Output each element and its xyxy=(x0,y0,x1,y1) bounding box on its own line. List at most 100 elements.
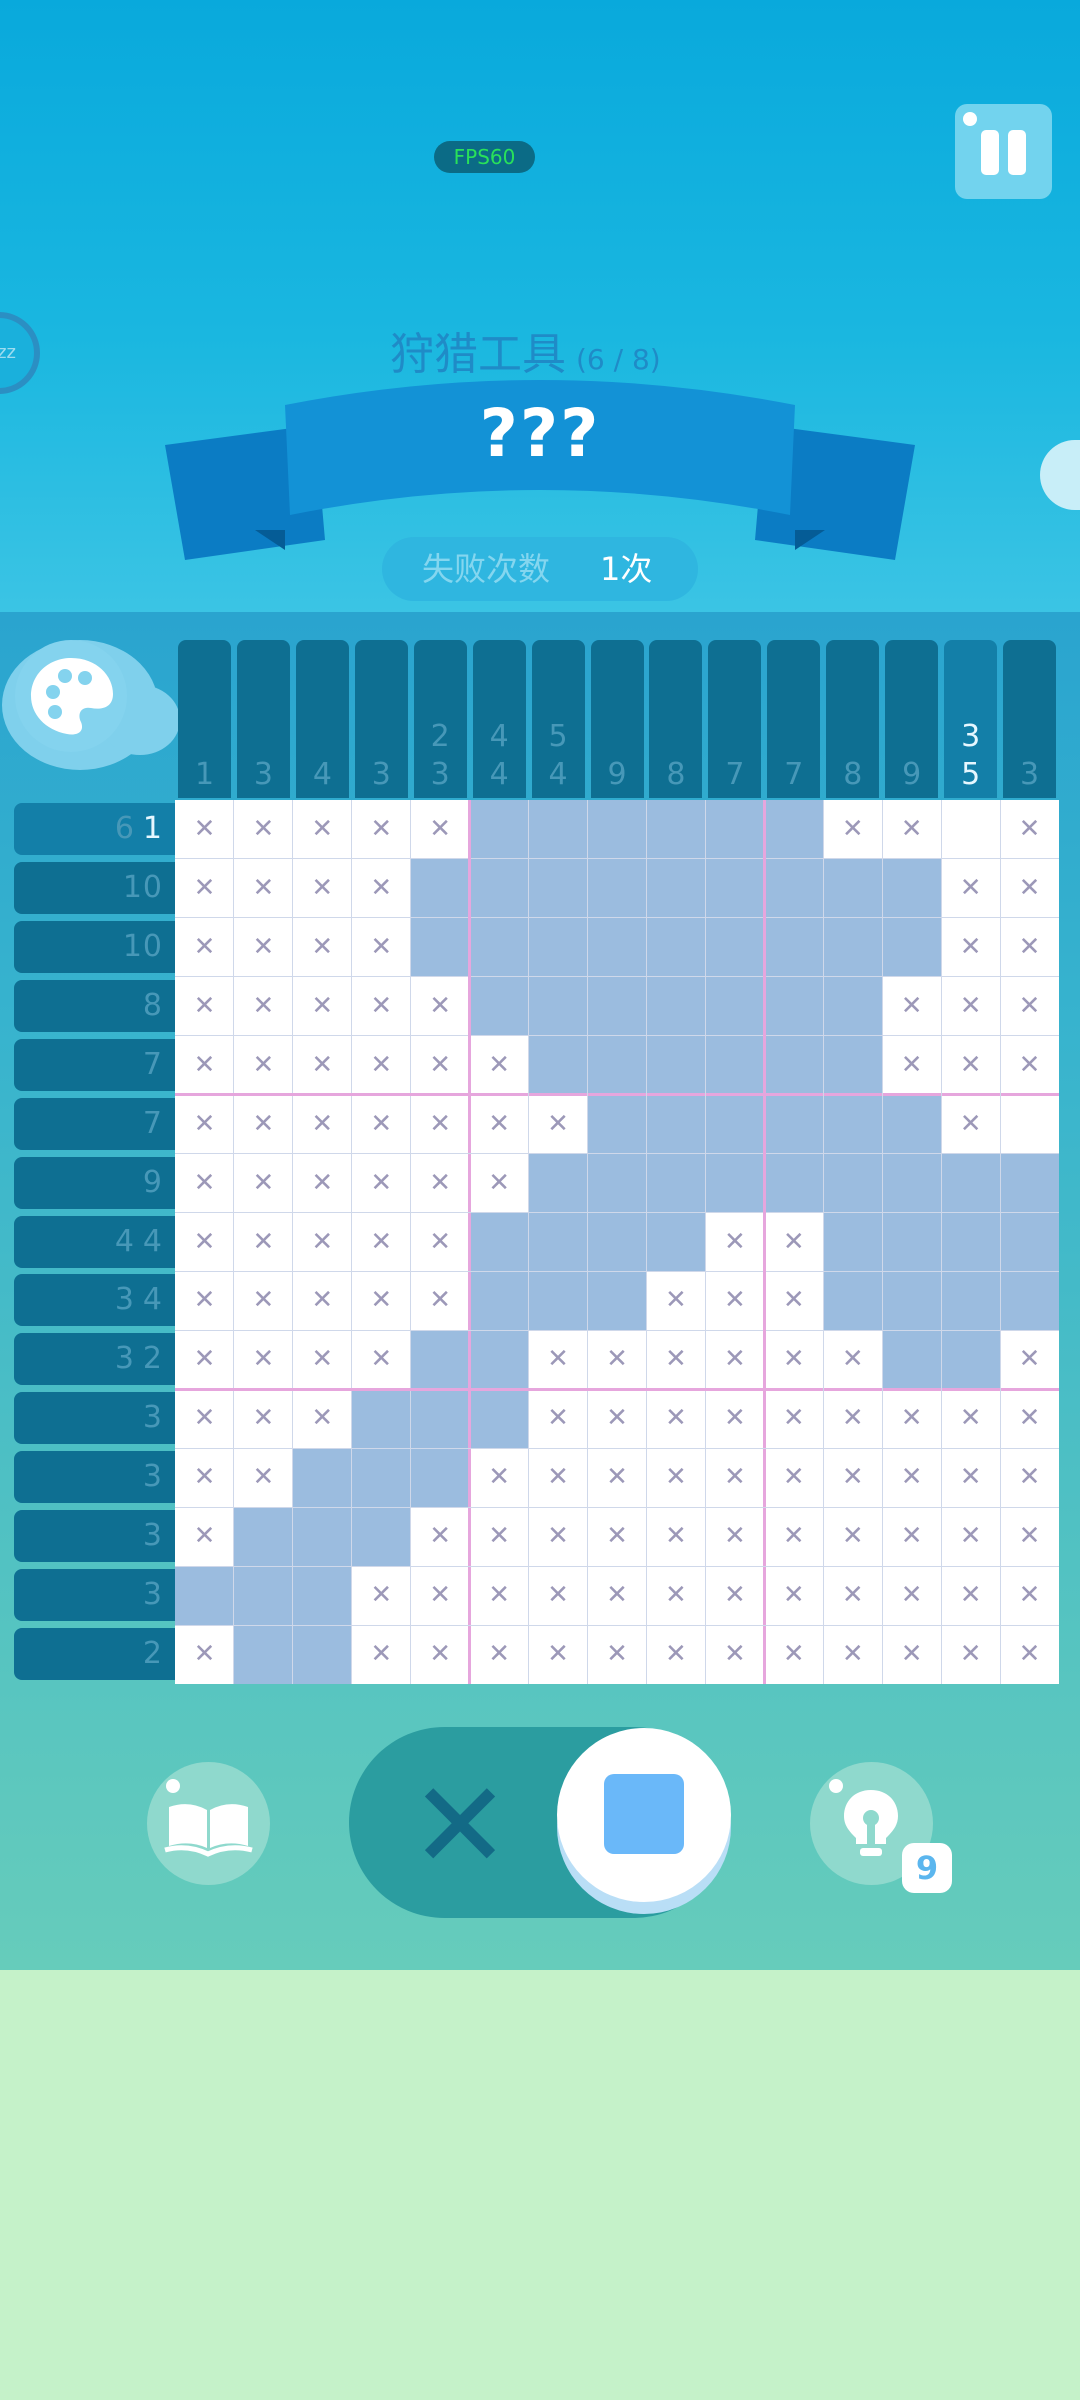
filled-cell[interactable] xyxy=(941,1153,1001,1213)
filled-cell[interactable] xyxy=(764,858,824,918)
crossed-cell[interactable] xyxy=(823,1566,882,1625)
crossed-cell[interactable] xyxy=(411,1095,470,1154)
crossed-cell[interactable] xyxy=(234,800,293,859)
crossed-cell[interactable] xyxy=(352,1095,411,1154)
crossed-cell[interactable] xyxy=(588,1448,647,1507)
filled-cell[interactable] xyxy=(882,917,942,977)
crossed-cell[interactable] xyxy=(293,977,352,1036)
crossed-cell[interactable] xyxy=(646,1566,705,1625)
crossed-cell[interactable] xyxy=(882,1625,941,1684)
crossed-cell[interactable] xyxy=(234,1389,293,1448)
filled-cell[interactable] xyxy=(528,1153,588,1213)
filled-cell[interactable] xyxy=(705,858,765,918)
crossed-cell[interactable] xyxy=(175,1448,234,1507)
filled-cell[interactable] xyxy=(469,976,529,1036)
crossed-cell[interactable] xyxy=(705,1625,764,1684)
filled-cell[interactable] xyxy=(469,1330,529,1390)
crossed-cell[interactable] xyxy=(764,1389,823,1448)
filled-cell[interactable] xyxy=(410,858,470,918)
crossed-cell[interactable] xyxy=(646,1330,705,1389)
filled-cell[interactable] xyxy=(587,1212,647,1272)
filled-cell[interactable] xyxy=(587,1271,647,1331)
crossed-cell[interactable] xyxy=(293,859,352,918)
filled-cell[interactable] xyxy=(587,976,647,1036)
crossed-cell[interactable] xyxy=(529,1448,588,1507)
filled-cell[interactable] xyxy=(823,976,883,1036)
filled-cell[interactable] xyxy=(705,976,765,1036)
crossed-cell[interactable] xyxy=(470,1507,529,1566)
crossed-cell[interactable] xyxy=(705,1271,764,1330)
filled-cell[interactable] xyxy=(469,1389,529,1449)
crossed-cell[interactable] xyxy=(823,1507,882,1566)
filled-cell[interactable] xyxy=(175,1566,234,1626)
filled-cell[interactable] xyxy=(941,1212,1001,1272)
crossed-cell[interactable] xyxy=(646,1507,705,1566)
crossed-cell[interactable] xyxy=(941,1625,1000,1684)
filled-cell[interactable] xyxy=(823,1035,883,1095)
crossed-cell[interactable] xyxy=(823,1330,882,1389)
crossed-cell[interactable] xyxy=(705,1448,764,1507)
filled-cell[interactable] xyxy=(292,1566,352,1626)
filled-cell[interactable] xyxy=(646,976,706,1036)
filled-cell[interactable] xyxy=(351,1389,411,1449)
crossed-cell[interactable] xyxy=(882,1448,941,1507)
crossed-cell[interactable] xyxy=(234,1036,293,1095)
crossed-cell[interactable] xyxy=(941,859,1000,918)
crossed-cell[interactable] xyxy=(1000,800,1059,859)
filled-cell[interactable] xyxy=(351,1507,411,1567)
filled-cell[interactable] xyxy=(823,1153,883,1213)
filled-cell[interactable] xyxy=(764,976,824,1036)
crossed-cell[interactable] xyxy=(764,1566,823,1625)
crossed-cell[interactable] xyxy=(529,1625,588,1684)
filled-cell[interactable] xyxy=(469,1212,529,1272)
crossed-cell[interactable] xyxy=(941,977,1000,1036)
crossed-cell[interactable] xyxy=(529,1095,588,1154)
crossed-cell[interactable] xyxy=(1000,918,1059,977)
filled-cell[interactable] xyxy=(587,858,647,918)
crossed-cell[interactable] xyxy=(823,800,882,859)
crossed-cell[interactable] xyxy=(234,1448,293,1507)
filled-cell[interactable] xyxy=(823,917,883,977)
crossed-cell[interactable] xyxy=(588,1389,647,1448)
crossed-cell[interactable] xyxy=(293,918,352,977)
crossed-cell[interactable] xyxy=(175,1625,234,1684)
crossed-cell[interactable] xyxy=(1000,1330,1059,1389)
crossed-cell[interactable] xyxy=(175,977,234,1036)
crossed-cell[interactable] xyxy=(941,1448,1000,1507)
crossed-cell[interactable] xyxy=(941,1507,1000,1566)
crossed-cell[interactable] xyxy=(352,918,411,977)
crossed-cell[interactable] xyxy=(175,1507,234,1566)
crossed-cell[interactable] xyxy=(646,1389,705,1448)
filled-cell[interactable] xyxy=(882,1094,942,1154)
crossed-cell[interactable] xyxy=(646,1271,705,1330)
crossed-cell[interactable] xyxy=(293,1095,352,1154)
crossed-cell[interactable] xyxy=(941,1389,1000,1448)
crossed-cell[interactable] xyxy=(823,1389,882,1448)
crossed-cell[interactable] xyxy=(175,1154,234,1213)
crossed-cell[interactable] xyxy=(293,1389,352,1448)
filled-cell[interactable] xyxy=(528,1212,588,1272)
crossed-cell[interactable] xyxy=(352,800,411,859)
empty-cell[interactable] xyxy=(941,800,1000,859)
crossed-cell[interactable] xyxy=(411,1507,470,1566)
filled-cell[interactable] xyxy=(528,1271,588,1331)
crossed-cell[interactable] xyxy=(941,1566,1000,1625)
filled-cell[interactable] xyxy=(587,1153,647,1213)
crossed-cell[interactable] xyxy=(646,1448,705,1507)
filled-cell[interactable] xyxy=(882,1330,942,1390)
crossed-cell[interactable] xyxy=(764,1507,823,1566)
filled-cell[interactable] xyxy=(528,858,588,918)
crossed-cell[interactable] xyxy=(470,1154,529,1213)
filled-cell[interactable] xyxy=(528,976,588,1036)
filled-cell[interactable] xyxy=(410,1389,470,1449)
crossed-cell[interactable] xyxy=(705,1330,764,1389)
crossed-cell[interactable] xyxy=(1000,1507,1059,1566)
filled-cell[interactable] xyxy=(941,1330,1001,1390)
crossed-cell[interactable] xyxy=(234,859,293,918)
filled-cell[interactable] xyxy=(882,1153,942,1213)
crossed-cell[interactable] xyxy=(882,1389,941,1448)
crossed-cell[interactable] xyxy=(411,800,470,859)
crossed-cell[interactable] xyxy=(941,1036,1000,1095)
crossed-cell[interactable] xyxy=(705,1507,764,1566)
crossed-cell[interactable] xyxy=(352,977,411,1036)
